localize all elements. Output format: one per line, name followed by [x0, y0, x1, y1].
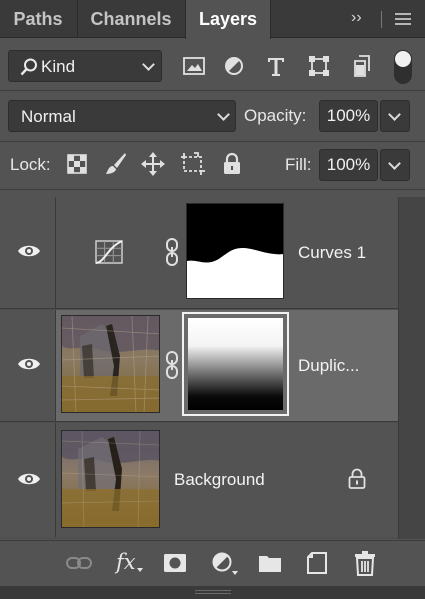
- panel-resize-grip[interactable]: [0, 586, 425, 599]
- link-layers-icon[interactable]: [66, 555, 92, 576]
- mask-link-icon[interactable]: [165, 351, 179, 384]
- tab-layers[interactable]: Layers: [185, 0, 271, 39]
- opacity-label: Opacity:: [244, 106, 307, 125]
- curves-adjustment-icon: [95, 240, 123, 269]
- lock-icon[interactable]: [348, 468, 366, 495]
- separator: [0, 141, 425, 142]
- layer-name[interactable]: Curves 1: [298, 243, 366, 263]
- new-layer-icon[interactable]: [306, 551, 328, 580]
- layers-bottom-toolbar: fx: [0, 540, 425, 586]
- delete-layer-trash-icon[interactable]: [354, 550, 376, 581]
- layer-mask-thumbnail[interactable]: [186, 203, 284, 299]
- fill-label: Fill:: [285, 155, 312, 174]
- tab-channels[interactable]: Channels: [77, 0, 184, 38]
- panel-tab-bar: Paths Channels Layers ››: [0, 0, 425, 39]
- separator: [0, 90, 425, 91]
- lock-transparent-pixels-icon[interactable]: [67, 154, 87, 179]
- layer-name[interactable]: Duplic...: [298, 356, 359, 376]
- tab-paths[interactable]: Paths: [0, 0, 76, 38]
- separator: [0, 189, 425, 190]
- layer-style-fx-button[interactable]: fx: [116, 550, 136, 574]
- add-mask-icon[interactable]: [163, 553, 187, 578]
- filter-smart-objects-icon[interactable]: [352, 55, 372, 82]
- lock-position-icon[interactable]: [141, 152, 165, 181]
- eye-icon: [17, 356, 41, 377]
- chevron-down-icon: [217, 108, 230, 121]
- blend-mode-value: Normal: [21, 107, 76, 126]
- chevron-down-icon: [142, 58, 155, 71]
- layers-list: Curves 1 Duplic... Background: [0, 197, 425, 539]
- layer-image-thumbnail[interactable]: [61, 430, 160, 528]
- layer-visibility-toggle[interactable]: [0, 310, 56, 421]
- mask-link-icon[interactable]: [165, 238, 179, 271]
- lock-artboard-icon[interactable]: [180, 152, 206, 181]
- layer-mask-thumbnail-selected[interactable]: [182, 312, 289, 416]
- panel-menu-icon[interactable]: [394, 11, 412, 32]
- filter-type-layers-icon[interactable]: [266, 55, 286, 82]
- blend-mode-select[interactable]: Normal: [8, 100, 236, 132]
- filter-pixel-layers-icon[interactable]: [183, 56, 205, 81]
- filter-shape-layers-icon[interactable]: [308, 55, 330, 82]
- lock-image-pixels-icon[interactable]: [105, 152, 127, 181]
- new-group-folder-icon[interactable]: [258, 553, 282, 578]
- collapse-panel-button[interactable]: ››: [351, 9, 362, 27]
- layer-name[interactable]: Background: [174, 470, 265, 490]
- tab-divider: [381, 11, 382, 28]
- lock-label: Lock:: [10, 155, 51, 174]
- layer-visibility-toggle[interactable]: [0, 197, 56, 308]
- layer-image-thumbnail[interactable]: [61, 315, 160, 413]
- layer-row-duplicate[interactable]: Duplic...: [0, 310, 398, 422]
- chevron-down-icon: [388, 108, 401, 121]
- eye-icon: [17, 243, 41, 264]
- layer-visibility-toggle[interactable]: [0, 423, 56, 537]
- grip-lines: [195, 590, 231, 594]
- fill-dropdown-button[interactable]: [380, 149, 410, 181]
- filter-toggle-switch[interactable]: [393, 49, 413, 90]
- filter-adjustment-layers-icon[interactable]: [224, 56, 244, 81]
- lock-all-icon[interactable]: [222, 152, 242, 181]
- chevron-down-icon: [388, 157, 401, 170]
- layers-scrollbar[interactable]: [398, 197, 425, 539]
- chevron-down-icon: [137, 568, 143, 572]
- filter-kind-label: Kind: [41, 57, 76, 76]
- opacity-input[interactable]: 100%: [319, 100, 378, 132]
- filter-kind-select[interactable]: Kind: [8, 50, 162, 82]
- fill-input[interactable]: 100%: [319, 149, 378, 181]
- search-icon: [19, 57, 39, 82]
- layer-row-curves[interactable]: Curves 1: [0, 197, 398, 309]
- layer-row-background[interactable]: Background: [0, 423, 398, 537]
- eye-icon: [17, 471, 41, 492]
- opacity-dropdown-button[interactable]: [380, 100, 410, 132]
- new-adjustment-layer-icon[interactable]: [212, 552, 238, 583]
